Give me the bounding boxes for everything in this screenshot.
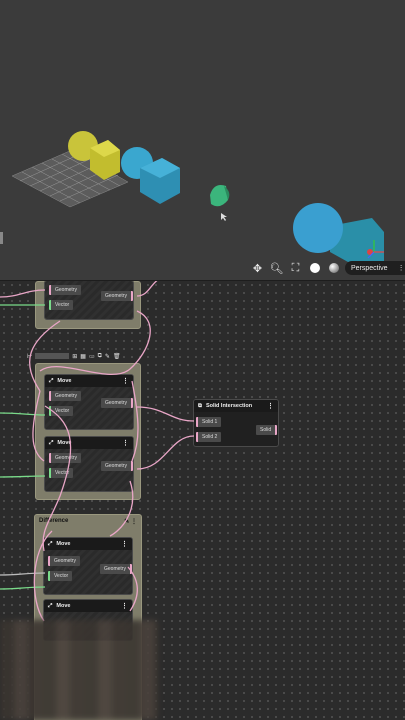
cursor-icon: [221, 213, 227, 221]
node-move-3[interactable]: ⤢ Move ⋮ Geometry Vector Geometry: [43, 537, 133, 595]
group-top[interactable]: Geometry Vector Geometry: [35, 281, 141, 329]
trash-icon[interactable]: 🗑︎: [113, 353, 121, 360]
table-icon[interactable]: ▦: [80, 353, 86, 360]
copy-icon[interactable]: ⧉: [98, 353, 102, 360]
port-solid-1[interactable]: Solid 1: [196, 417, 222, 427]
blurred-region: [0, 620, 158, 720]
move-icon: ⤢: [48, 540, 53, 547]
shading-solid-icon[interactable]: [307, 261, 322, 276]
scene-render: [11, 131, 384, 262]
port-output-geometry[interactable]: Geometry: [101, 291, 133, 301]
node-move-2[interactable]: ⤢ Move ⋮ Geometry Vector Geometry: [44, 436, 134, 492]
port-geometry[interactable]: Geometry: [49, 391, 81, 401]
port-output-solid[interactable]: Solid: [256, 425, 278, 435]
viewport-toolbar: ✥ 🔍︎ ⛶ Perspective⋮ ⚙: [250, 259, 405, 277]
port-vector[interactable]: Vector: [49, 300, 74, 310]
side-handle[interactable]: [0, 232, 3, 244]
align-icon[interactable]: ⊢: [27, 353, 32, 360]
blue-sphere-2: [293, 203, 343, 253]
node-menu-icon[interactable]: ⋮: [121, 540, 128, 548]
move-icon: ⤢: [49, 377, 54, 384]
node-menu-icon[interactable]: ⋮: [267, 402, 274, 410]
folder-icon[interactable]: ▭: [89, 353, 95, 360]
port-geometry[interactable]: Geometry: [48, 556, 80, 566]
port-output-geometry[interactable]: Geometry: [101, 461, 133, 471]
column-icon[interactable]: ⊞: [72, 353, 77, 360]
edit-icon[interactable]: ✎: [105, 353, 110, 360]
node-title: Move: [56, 603, 71, 609]
node-menu-icon[interactable]: ⋮: [121, 602, 128, 610]
node-menu-icon[interactable]: ⋮: [122, 439, 129, 447]
port-vector[interactable]: Vector: [49, 406, 74, 416]
group-toolbar: ⊢ ⊞ ▦ ▭ ⧉ ✎ 🗑︎: [27, 353, 121, 360]
node-menu-icon[interactable]: ⋮: [122, 377, 129, 385]
node-title: Solid Intersection: [205, 403, 253, 409]
edit-icon[interactable]: ✎ ⋮: [124, 518, 137, 525]
group-moves[interactable]: ⤢ Move ⋮ Geometry Vector Geometry ⤢ Move ⋮ G…: [35, 363, 141, 500]
port-vector[interactable]: Vector: [48, 571, 73, 581]
port-geometry[interactable]: Geometry: [49, 285, 81, 295]
move-icon: ⤢: [48, 602, 53, 609]
move-view-icon[interactable]: ✥: [250, 261, 265, 276]
node-title: Move: [57, 440, 72, 446]
camera-mode-select[interactable]: Perspective ⋮: [345, 261, 405, 275]
node-title: Move: [57, 378, 72, 384]
node-solid-intersection[interactable]: ⧉ Solid Intersection ⋮ Solid 1 Solid 2 Sol…: [193, 399, 279, 447]
fit-view-icon[interactable]: ⛶: [288, 261, 303, 276]
node-title: Move: [56, 541, 71, 547]
zoom-icon[interactable]: 🔍︎: [269, 261, 284, 276]
port-output-geometry[interactable]: Geometry: [100, 564, 132, 574]
port-solid-2[interactable]: Solid 2: [196, 432, 222, 442]
port-output-geometry[interactable]: Geometry: [101, 398, 133, 408]
node-move-top[interactable]: Geometry Vector Geometry: [44, 281, 134, 320]
bar-icon[interactable]: [35, 353, 70, 359]
3d-viewport[interactable]: ✥ 🔍︎ ⛶ Perspective⋮ ⚙: [0, 0, 405, 281]
chevron-icon: ⋮: [397, 265, 405, 272]
group-title: Difference: [39, 518, 69, 524]
intersection-icon: ⧉: [198, 402, 202, 409]
node-move-1[interactable]: ⤢ Move ⋮ Geometry Vector Geometry: [44, 374, 134, 430]
shading-rendered-icon[interactable]: [326, 261, 341, 276]
port-vector[interactable]: Vector: [49, 468, 74, 478]
move-icon: ⤢: [49, 439, 54, 446]
port-geometry[interactable]: Geometry: [49, 453, 81, 463]
